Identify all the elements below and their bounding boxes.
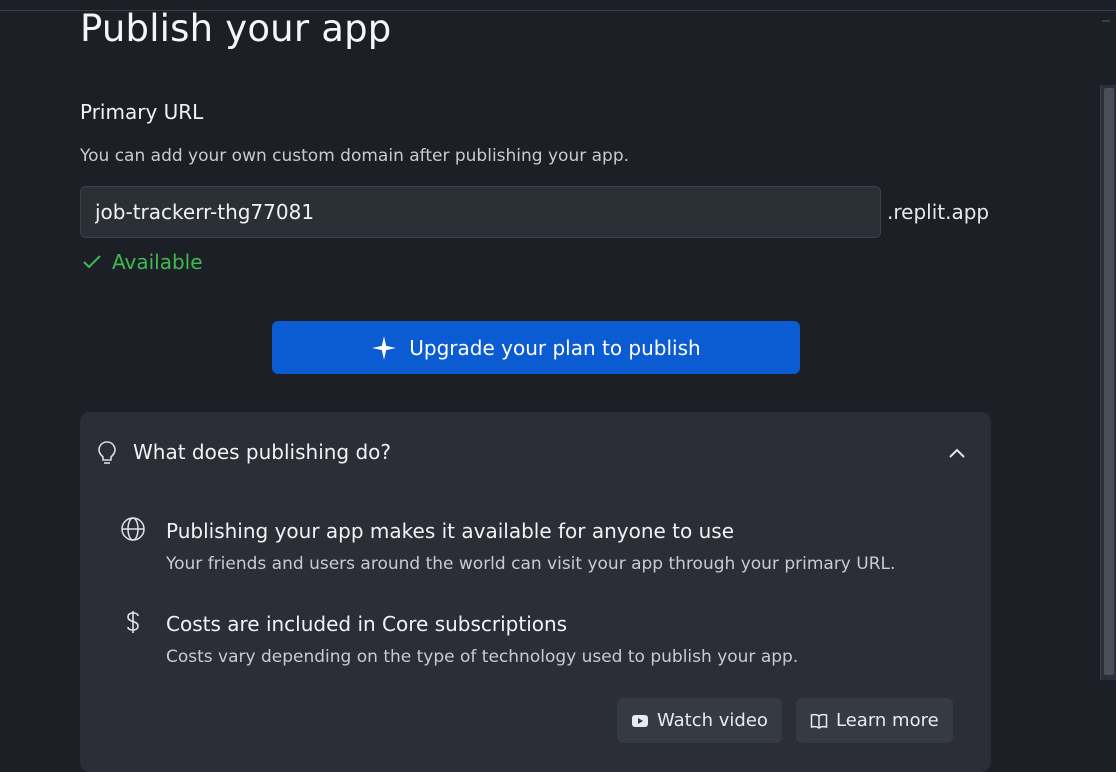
watch-video-button[interactable]: Watch video xyxy=(617,698,782,743)
scrollbar[interactable] xyxy=(1100,85,1116,680)
faq-item-title: Publishing your app makes it available f… xyxy=(166,519,735,543)
domain-suffix: .replit.app xyxy=(887,200,990,224)
learn-more-button[interactable]: Learn more xyxy=(796,698,953,743)
upgrade-plan-button[interactable]: Upgrade your plan to publish xyxy=(272,321,800,374)
sparkle-icon xyxy=(372,335,397,360)
publishing-info-panel: What does publishing do? Publishing your… xyxy=(80,412,991,772)
faq-toggle[interactable]: What does publishing do? xyxy=(80,412,991,494)
faq-question: What does publishing do? xyxy=(133,440,392,464)
check-icon xyxy=(83,255,101,269)
subdomain-input[interactable] xyxy=(80,186,881,238)
primary-url-label: Primary URL xyxy=(80,100,204,124)
learn-more-label: Learn more xyxy=(836,710,939,731)
book-icon xyxy=(810,713,828,729)
faq-item-desc: Your friends and users around the world … xyxy=(166,554,896,574)
faq-item-title: Costs are included in Core subscriptions xyxy=(166,612,568,636)
dollar-icon xyxy=(127,611,139,633)
chevron-up-icon[interactable] xyxy=(946,444,968,462)
faq-item-desc: Costs vary depending on the type of tech… xyxy=(166,647,799,667)
globe-icon xyxy=(121,517,145,541)
primary-url-helper: You can add your own custom domain after… xyxy=(80,146,630,166)
window-corner-marker xyxy=(1102,20,1110,22)
availability-text: Available xyxy=(112,250,203,274)
youtube-icon xyxy=(632,714,648,727)
watch-video-label: Watch video xyxy=(657,710,768,731)
page-title: Publish your app xyxy=(80,7,392,50)
lightbulb-icon xyxy=(98,441,116,464)
availability-status: Available xyxy=(80,250,203,274)
scrollbar-thumb[interactable] xyxy=(1104,88,1114,675)
upgrade-plan-label: Upgrade your plan to publish xyxy=(409,335,701,360)
